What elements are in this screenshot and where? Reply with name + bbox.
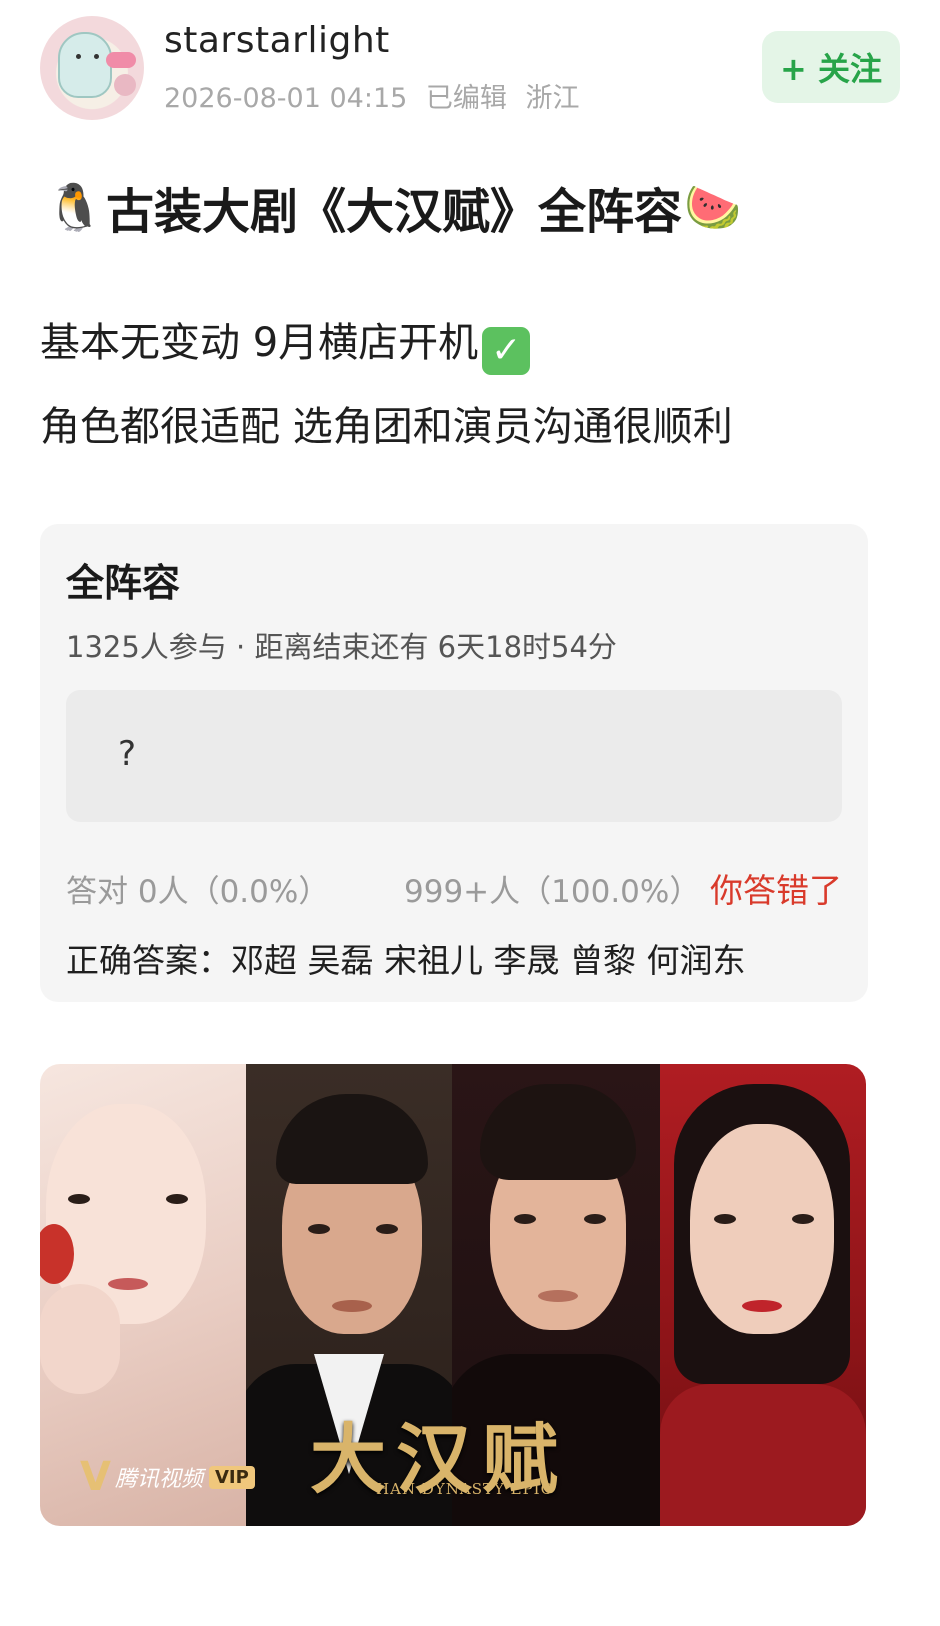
tencent-video-badge: V 腾讯视频 VIP: [80, 1454, 255, 1500]
portrait-hair: [276, 1094, 428, 1184]
quiz-correct-answer: 正确答案：邓超 吴磊 宋祖儿 李晟 曾黎 何润东: [66, 941, 746, 980]
quiz-answer-box[interactable]: ?: [66, 690, 842, 822]
poster-subtitle: HAN DYNASTY EPIC: [376, 1480, 554, 1498]
portrait-body: [660, 1384, 866, 1526]
portrait-eyes: [714, 1214, 814, 1224]
avatar-decoration: [114, 74, 136, 96]
quiz-correct-count: 答对 0人（0.0%）: [66, 874, 330, 910]
post-title-text: 古装大剧《大汉赋》全阵容: [106, 184, 683, 240]
penguin-icon: 🐧: [46, 179, 104, 234]
portrait-eyes: [308, 1224, 398, 1234]
post-edited-flag: 已编辑: [425, 83, 507, 114]
portrait-hair: [480, 1084, 636, 1180]
quiz-verdict: 你答错了: [710, 871, 842, 910]
quiz-card[interactable]: 全阵容 1325人参与 · 距离结束还有 6天18时54分 ? 答对 0人（0.…: [40, 524, 868, 1002]
tencent-v-icon: V: [80, 1454, 111, 1500]
avatar-eye: [76, 54, 81, 59]
post-body-line-2: 角色都很适配 选角团和演员沟通很顺利: [40, 404, 733, 450]
post-body-line-1: 基本无变动 9月横店开机 ✓: [40, 310, 531, 375]
vip-badge: VIP: [208, 1465, 255, 1489]
follow-button[interactable]: + 关注: [762, 31, 900, 103]
quiz-wrong-count: 999+人（100.0%）: [404, 874, 701, 910]
post-header: starstarlight 2026-08-01 04:15 已编辑 浙江 + …: [40, 16, 900, 120]
avatar-bow: [106, 52, 136, 68]
poster-panel-actress-2: [660, 1064, 866, 1526]
avatar-eye: [94, 54, 99, 59]
avatar-character: [58, 32, 112, 98]
portrait-lips: [332, 1300, 372, 1312]
portrait-hand: [40, 1284, 120, 1394]
post-location: 浙江: [525, 83, 580, 114]
avatar[interactable]: [40, 16, 144, 120]
badge-text: 腾讯视频: [114, 1467, 203, 1492]
quiz-stats: 1325人参与 · 距离结束还有 6天18时54分: [66, 630, 617, 664]
quiz-my-answer: ?: [118, 734, 137, 774]
portrait-lips: [538, 1290, 578, 1302]
post-title: 🐧 古装大剧《大汉赋》全阵容 🍉: [44, 172, 744, 242]
post-body-line-1-text: 基本无变动 9月横店开机: [40, 320, 479, 366]
author-username[interactable]: starstarlight: [164, 20, 390, 61]
portrait-eyes: [514, 1214, 606, 1224]
poster-panel-actress-1: [40, 1064, 246, 1526]
watermelon-icon: 🍉: [684, 179, 742, 234]
quiz-title: 全阵容: [66, 561, 181, 605]
portrait-lips: [108, 1278, 148, 1290]
check-mark-icon: ✓: [482, 327, 531, 375]
cast-poster-image[interactable]: 大汉赋 HAN DYNASTY EPIC V 腾讯视频 VIP: [40, 1064, 866, 1526]
post-meta: 2026-08-01 04:15 已编辑 浙江: [164, 76, 590, 115]
post-datetime: 2026-08-01 04:15: [164, 83, 408, 114]
portrait-eyes: [68, 1194, 188, 1204]
portrait-lips: [742, 1300, 782, 1312]
